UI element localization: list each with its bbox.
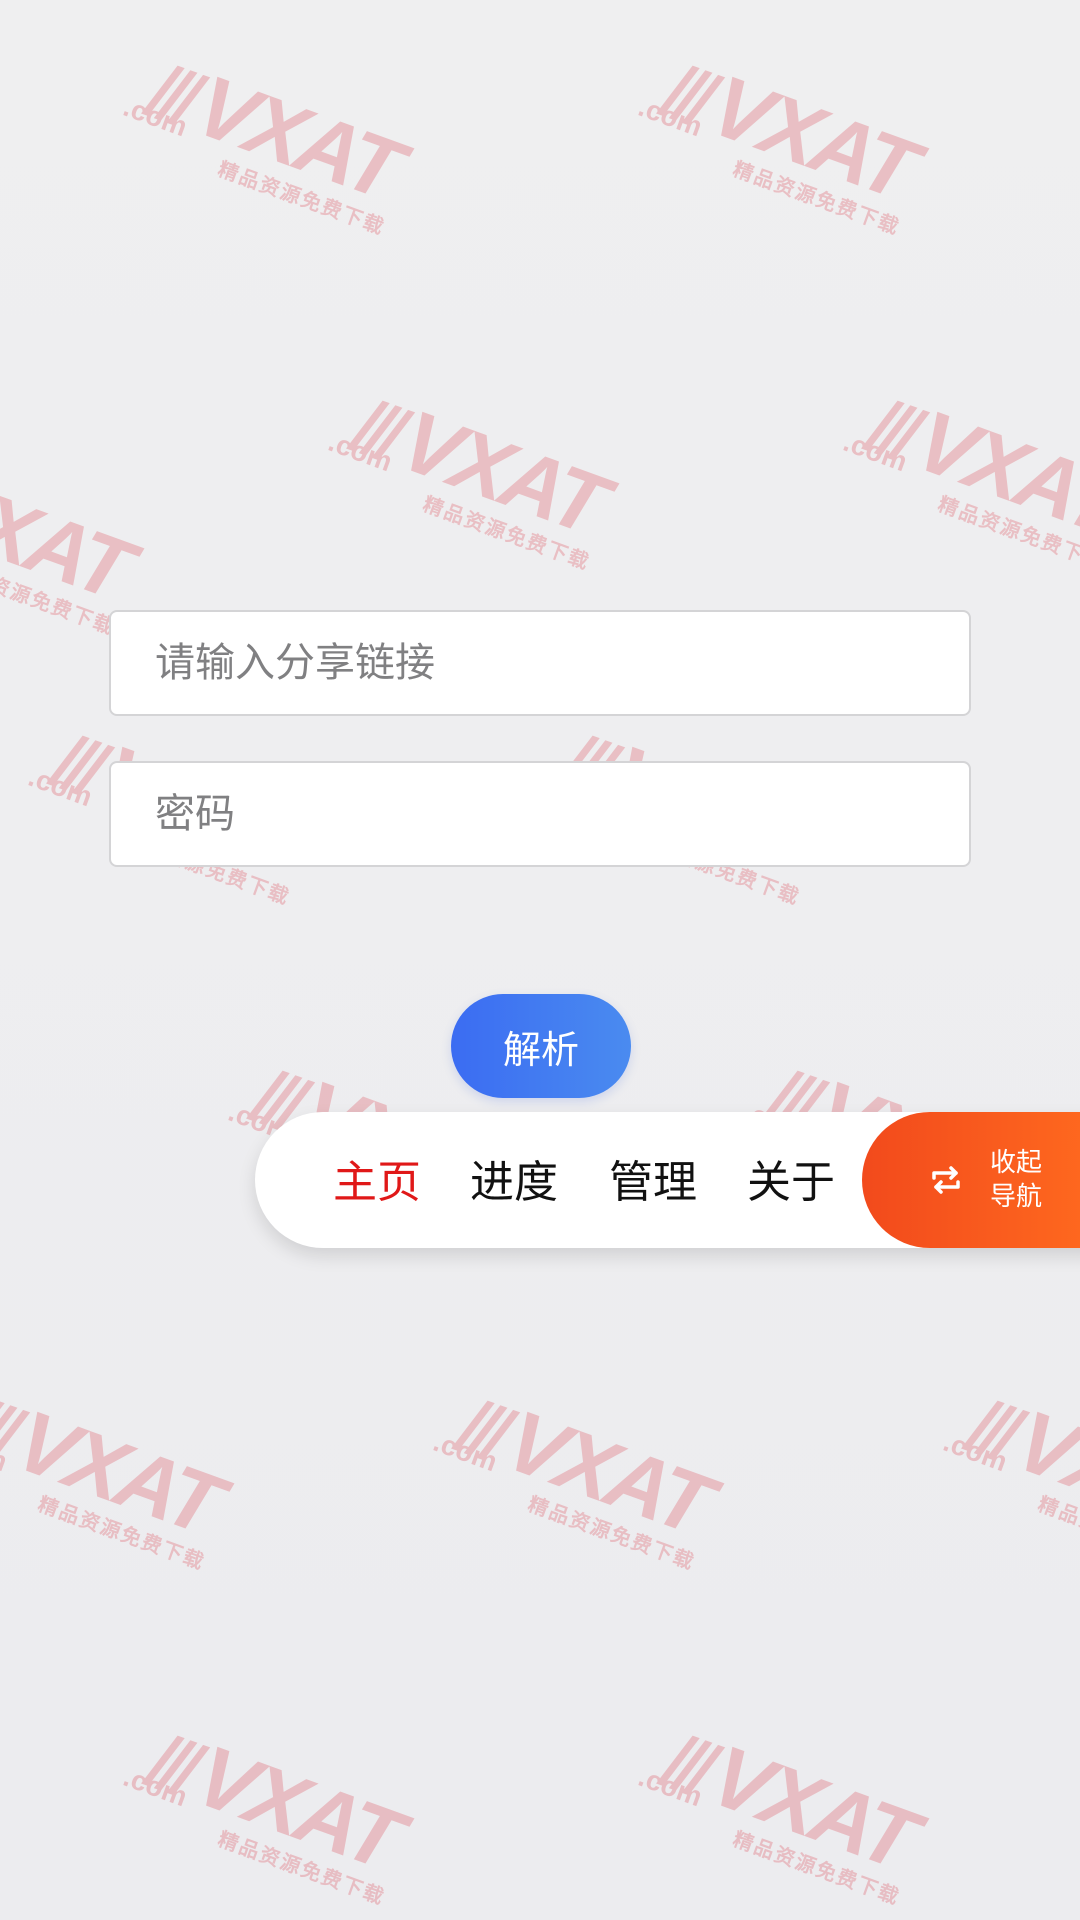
watermark-domain: .com bbox=[119, 1760, 192, 1813]
watermark: /// VXAT .com 精品资源免费下载 bbox=[308, 358, 641, 602]
watermark-brand: VXAT bbox=[493, 1392, 722, 1554]
watermark-domain: .com bbox=[24, 760, 97, 813]
watermark-slashes: /// bbox=[42, 716, 109, 808]
watermark-domain: .com bbox=[429, 1425, 502, 1478]
watermark: /// VXAT .com 精品资源免费下载 bbox=[413, 1358, 746, 1602]
watermark: /// VXAT .com 精品资源免费下载 bbox=[923, 1358, 1080, 1602]
watermark-domain: .com bbox=[839, 425, 912, 478]
watermark-brand: VXAT bbox=[183, 1727, 412, 1889]
collapse-nav-label: 收起 导航 bbox=[990, 1148, 1043, 1212]
watermark-brand: VXAT bbox=[903, 392, 1080, 554]
watermark-subtitle: 精品资源免费下载 bbox=[1034, 1491, 1080, 1575]
watermark-slashes: /// bbox=[652, 1716, 719, 1808]
watermark-domain: .com bbox=[939, 1425, 1012, 1478]
watermark-brand: VXAT bbox=[1003, 1392, 1080, 1554]
watermark: /// VXAT .com 精品资源免费下载 bbox=[103, 23, 436, 267]
watermark: /// VXAT .com 精品资源免费下载 bbox=[823, 358, 1080, 602]
watermark-brand: VXAT bbox=[698, 1727, 927, 1889]
watermark: /// VXAT .com 精品资源免费下载 bbox=[618, 23, 951, 267]
nav-item-home[interactable]: 主页 bbox=[333, 1146, 421, 1210]
watermark-slashes: /// bbox=[447, 1381, 514, 1473]
nav-item-progress[interactable]: 进度 bbox=[470, 1146, 558, 1210]
watermark: /// VXAT .com 精品资源免费下载 bbox=[618, 1693, 951, 1920]
watermark-slashes: /// bbox=[957, 1381, 1024, 1473]
watermark-subtitle: 精品资源免费下载 bbox=[934, 491, 1080, 575]
watermark: /// VXAT .com 精品资源免费下载 bbox=[0, 1358, 257, 1602]
watermark-domain: .com bbox=[634, 90, 707, 143]
nav-item-manage[interactable]: 管理 bbox=[609, 1146, 697, 1210]
password-input[interactable] bbox=[109, 761, 971, 867]
watermark-domain: .com bbox=[119, 90, 192, 143]
watermark-brand: VXAT bbox=[0, 457, 142, 619]
watermark-slashes: /// bbox=[342, 381, 409, 473]
watermark-brand: VXAT bbox=[3, 1392, 232, 1554]
watermark-brand: VXAT bbox=[388, 392, 617, 554]
watermark-brand: VXAT bbox=[698, 57, 927, 219]
watermark-domain: .com bbox=[634, 1760, 707, 1813]
watermark: /// VXAT .com 精品资源免费下载 bbox=[103, 1693, 436, 1920]
share-link-input[interactable] bbox=[109, 610, 971, 716]
watermark-subtitle: 精品资源免费下载 bbox=[524, 1491, 699, 1575]
watermark-slashes: /// bbox=[652, 46, 719, 138]
watermark-slashes: /// bbox=[137, 1716, 204, 1808]
watermark-subtitle: 精品资源免费下载 bbox=[214, 1826, 389, 1910]
watermark-subtitle: 精品资源免费下载 bbox=[729, 156, 904, 240]
watermark-domain: .com bbox=[324, 425, 397, 478]
watermark-slashes: /// bbox=[137, 46, 204, 138]
watermark-brand: VXAT bbox=[183, 57, 412, 219]
app-screen: /// VXAT .com 精品资源免费下载 /// VXAT .com 精品资… bbox=[0, 0, 1080, 1920]
watermark-subtitle: 精品资源免费下载 bbox=[419, 491, 594, 575]
nav-item-about[interactable]: 关于 bbox=[747, 1146, 835, 1210]
watermark-slashes: /// bbox=[857, 381, 924, 473]
watermark-subtitle: 精品资源免费下载 bbox=[0, 556, 119, 640]
watermark-subtitle: 精品资源免费下载 bbox=[34, 1491, 209, 1575]
watermark-subtitle: 精品资源免费下载 bbox=[214, 156, 389, 240]
watermark-domain: .com bbox=[0, 1425, 12, 1478]
collapse-nav-button[interactable]: 收起 导航 bbox=[862, 1112, 1080, 1248]
parse-button[interactable]: 解析 bbox=[451, 994, 631, 1098]
watermark-slashes: /// bbox=[0, 1381, 24, 1473]
watermark-subtitle: 精品资源免费下载 bbox=[729, 1826, 904, 1910]
repeat-icon bbox=[932, 1166, 960, 1194]
